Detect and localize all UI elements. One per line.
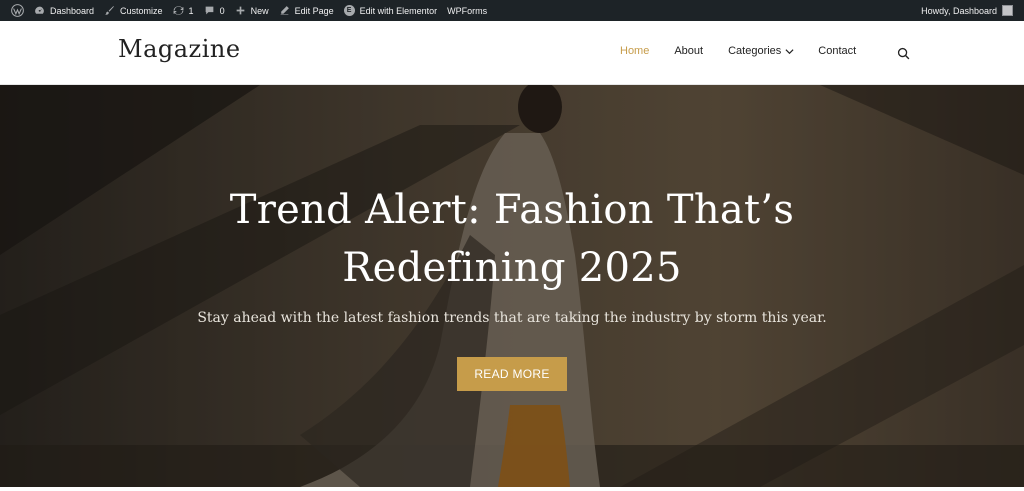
dashboard-icon xyxy=(35,6,44,14)
hero-title: Trend Alert: Fashion That’s Redefining 2… xyxy=(0,181,1024,297)
hero-title-line-2: Redefining 2025 xyxy=(342,245,682,291)
elementor-icon: E xyxy=(343,5,355,16)
hero-subtitle: Stay ahead with the latest fashion trend… xyxy=(197,310,827,326)
main-navigation: Home About Categories Contact xyxy=(620,45,856,57)
customize-label: Customize xyxy=(120,5,163,16)
nav-item-home[interactable]: Home xyxy=(620,45,649,57)
avatar xyxy=(1002,5,1013,16)
edit-elementor-label: Edit with Elementor xyxy=(359,5,438,16)
comments-count: 0 xyxy=(219,5,225,16)
search-icon[interactable] xyxy=(897,47,910,60)
pencil-icon xyxy=(280,6,289,15)
chevron-down-icon xyxy=(785,48,794,54)
admin-updates-link[interactable]: 1 xyxy=(168,0,199,21)
admin-customize-link[interactable]: Customize xyxy=(99,0,168,21)
howdy-label: Howdy, Dashboard xyxy=(921,5,997,16)
updates-count: 1 xyxy=(188,5,194,16)
site-logo[interactable]: Magazine xyxy=(118,35,241,63)
admin-bar: Dashboard Customize 1 0 New Edit Page E … xyxy=(0,0,1024,21)
plus-icon xyxy=(236,6,244,15)
wpforms-label: WPForms xyxy=(447,5,488,16)
hero-title-line-1: Trend Alert: Fashion That’s xyxy=(229,187,795,233)
edit-page-label: Edit Page xyxy=(294,5,334,16)
admin-edit-elementor-link[interactable]: E Edit with Elementor xyxy=(339,0,443,21)
read-more-button[interactable]: READ MORE xyxy=(457,357,567,391)
site-header: Magazine Home About Categories Contact xyxy=(0,21,1024,85)
wordpress-logo-icon[interactable] xyxy=(6,0,29,21)
admin-dashboard-link[interactable]: Dashboard xyxy=(29,0,99,21)
nav-item-about[interactable]: About xyxy=(674,45,703,57)
hero-section: Trend Alert: Fashion That’s Redefining 2… xyxy=(0,85,1024,487)
nav-item-categories[interactable]: Categories xyxy=(728,45,794,57)
updates-icon xyxy=(173,6,183,15)
new-label: New xyxy=(250,5,269,16)
admin-account-menu[interactable]: Howdy, Dashboard xyxy=(916,0,1018,21)
admin-wpforms-link[interactable]: WPForms xyxy=(442,0,492,21)
comment-icon xyxy=(205,6,213,15)
brush-icon xyxy=(105,6,114,15)
admin-comments-link[interactable]: 0 xyxy=(199,0,230,21)
admin-edit-page-link[interactable]: Edit Page xyxy=(274,0,339,21)
nav-item-categories-label: Categories xyxy=(728,45,782,57)
nav-item-contact[interactable]: Contact xyxy=(818,45,856,57)
admin-new-link[interactable]: New xyxy=(230,0,274,21)
dashboard-label: Dashboard xyxy=(50,5,95,16)
